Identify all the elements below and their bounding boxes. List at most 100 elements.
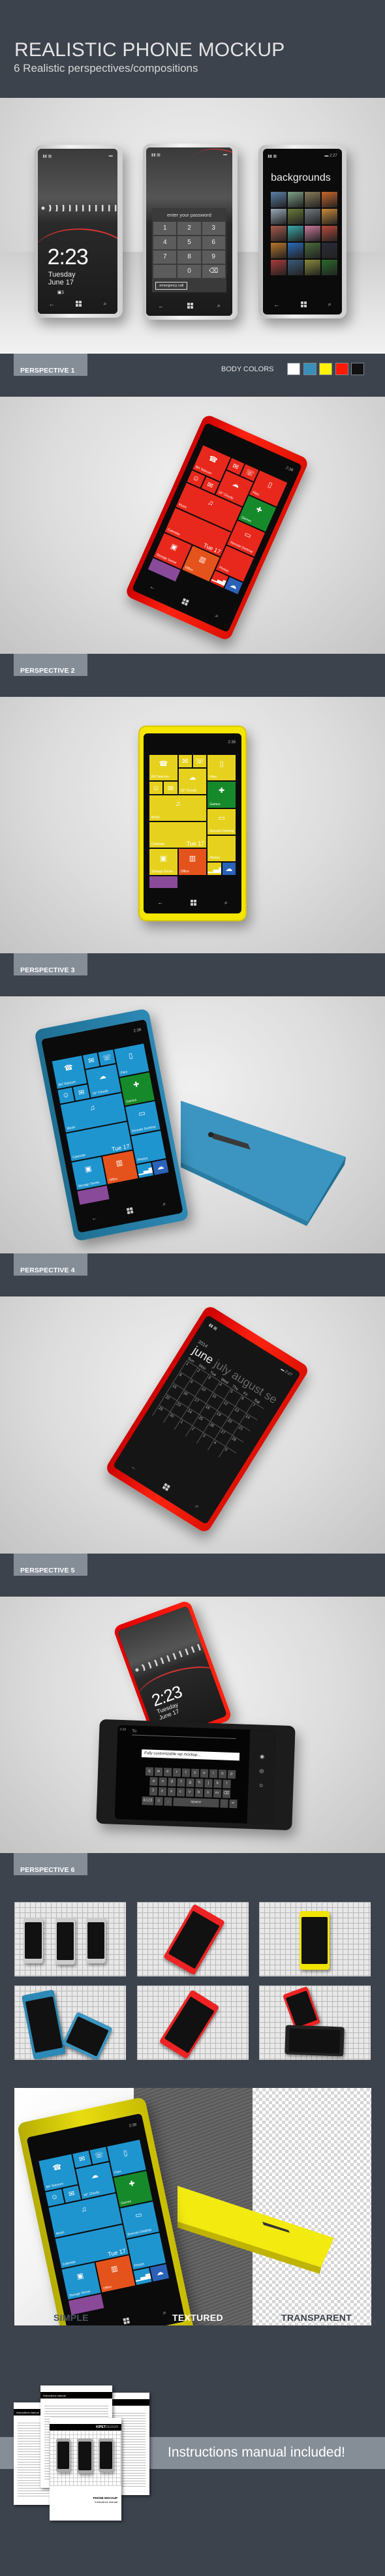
tile-storage[interactable]: ▣ Storage Sense — [149, 849, 177, 875]
background-thumbnail[interactable] — [271, 192, 286, 208]
windows-icon[interactable] — [123, 2317, 131, 2325]
body-color-swatch[interactable] — [351, 363, 364, 375]
back-icon[interactable]: ← — [157, 899, 163, 906]
enter-icon[interactable]: ↵ — [228, 1800, 238, 1809]
perspective-thumbnail[interactable] — [137, 1902, 249, 1976]
tile-people[interactable]: ☺ — [149, 782, 163, 794]
tile-files[interactable]: ▯ Files — [208, 755, 236, 781]
keyboard-key[interactable]: c — [176, 1788, 185, 1797]
tile-weather[interactable]: ☁ 16° Cloudy — [76, 2162, 116, 2200]
background-thumbnail[interactable] — [288, 260, 303, 276]
windows-icon[interactable] — [126, 1207, 134, 1215]
keyboard-key[interactable]: v — [185, 1788, 194, 1798]
tile-files[interactable]: ▯ Files — [106, 2139, 146, 2177]
tile-call[interactable]: ☏ — [89, 2147, 109, 2165]
perspective-thumbnail[interactable] — [14, 1986, 126, 2060]
keypad-key[interactable]: 0 — [177, 264, 201, 278]
tile-photos[interactable]: Photos — [127, 2233, 166, 2270]
tile-calendar[interactable]: Calendar Tue 17 — [149, 822, 207, 848]
tile-files[interactable]: ▯ Files — [114, 1043, 149, 1077]
keyboard-key[interactable]: n — [204, 1788, 212, 1798]
windows-icon[interactable] — [181, 598, 189, 606]
keyboard-key[interactable]: u — [200, 1769, 209, 1779]
tile-msg[interactable]: ✉ — [178, 755, 192, 767]
tile-remote[interactable]: ▭ Remote Desktop — [208, 808, 236, 835]
period-key[interactable]: . — [220, 1799, 228, 1809]
background-thumbnail[interactable] — [288, 192, 303, 208]
keyboard-key[interactable]: z — [158, 1787, 166, 1796]
to-field[interactable]: To: — [132, 1729, 237, 1740]
search-icon[interactable]: ⌕ — [224, 899, 228, 906]
background-thumbnail[interactable] — [321, 260, 337, 276]
tile-office[interactable]: ▥ Office — [95, 2255, 135, 2293]
tile-signal[interactable]: ▁▃▅ — [133, 2267, 153, 2286]
background-thumbnail[interactable] — [304, 209, 320, 225]
keypad-key[interactable]: 3 — [202, 221, 225, 235]
tile-people[interactable]: ☺ — [45, 2188, 65, 2207]
background-thumbnail[interactable] — [304, 192, 320, 208]
tile-games[interactable]: ✚ Games — [208, 782, 236, 808]
keyboard-key[interactable]: a — [149, 1777, 158, 1786]
tile-photos[interactable]: Photos — [131, 1130, 166, 1164]
keyboard-key[interactable]: f — [177, 1778, 185, 1787]
windows-icon[interactable] — [300, 301, 307, 308]
background-thumbnail[interactable] — [321, 192, 337, 208]
tile-mail[interactable]: ✉ — [62, 2185, 82, 2203]
tile-games[interactable]: ✚ Games — [113, 2170, 153, 2208]
keyboard-key[interactable]: d — [168, 1777, 176, 1787]
keyboard-key[interactable]: l — [223, 1779, 231, 1789]
tile-photos[interactable]: Photos — [208, 835, 236, 862]
search-icon[interactable]: ⌕ — [217, 302, 221, 309]
background-thumbnail[interactable] — [321, 243, 337, 259]
backspace-icon[interactable]: ⌫ — [222, 1789, 231, 1799]
keyboard-key[interactable]: o — [218, 1770, 227, 1779]
tile-purple[interactable] — [149, 876, 177, 889]
keyboard-key[interactable]: p — [227, 1770, 236, 1779]
keypad-key[interactable]: 9 — [202, 250, 225, 264]
background-thumbnail[interactable] — [288, 243, 303, 259]
tile-msg[interactable]: ✉ — [83, 1052, 100, 1069]
background-thumbnail[interactable] — [304, 226, 320, 242]
background-thumbnail[interactable] — [288, 226, 303, 242]
body-color-swatch[interactable] — [319, 363, 332, 375]
body-color-swatch[interactable] — [303, 363, 316, 375]
keyboard-key[interactable]: b — [194, 1788, 203, 1798]
space-key[interactable]: space — [173, 1798, 219, 1808]
tile-games[interactable]: ✚ Games — [119, 1072, 155, 1106]
back-icon[interactable]: ← — [149, 583, 157, 591]
keypad-key[interactable]: 1 — [153, 221, 177, 235]
tile-msg[interactable]: ✉ — [72, 2150, 92, 2168]
keypad-key[interactable]: 2 — [177, 221, 201, 235]
keypad-key[interactable]: 5 — [177, 236, 201, 249]
comma-key[interactable]: , — [164, 1797, 172, 1807]
keypad-key[interactable]: 8 — [177, 250, 201, 264]
keypad-key[interactable]: 4 — [153, 236, 177, 249]
perspective-thumbnail[interactable] — [14, 1902, 126, 1976]
keyboard-key[interactable]: e — [163, 1768, 172, 1777]
windows-icon[interactable] — [191, 899, 197, 906]
background-thumbnail[interactable] — [288, 209, 303, 225]
keyboard-key[interactable]: x — [167, 1787, 176, 1797]
tile-music[interactable]: ♫ Music — [149, 795, 207, 821]
back-icon[interactable]: ← — [48, 301, 54, 307]
background-thumbnail[interactable] — [304, 260, 320, 276]
background-thumbnail[interactable] — [271, 243, 286, 259]
background-thumbnail[interactable] — [304, 243, 320, 259]
search-icon[interactable]: ⌕ — [214, 612, 220, 620]
tile-mail[interactable]: ✉ — [164, 782, 177, 794]
windows-icon[interactable] — [76, 301, 82, 307]
windows-icon[interactable] — [187, 303, 194, 309]
keyboard-key[interactable]: i — [209, 1770, 218, 1779]
back-icon[interactable]: ← — [130, 1463, 138, 1471]
tile-telecom[interactable]: ☎ BH Telecom — [38, 2154, 78, 2191]
search-icon[interactable]: ⌕ — [328, 301, 331, 308]
keyboard-key[interactable]: q — [145, 1767, 154, 1777]
shift-icon[interactable]: ⇧ — [149, 1786, 157, 1796]
background-thumbnail[interactable] — [271, 209, 286, 225]
perspective-thumbnail[interactable] — [259, 1902, 371, 1976]
keyboard-key[interactable]: m — [213, 1789, 221, 1798]
tile-onedrive[interactable]: ☁ — [151, 1159, 169, 1176]
tile-office[interactable]: ▥ Office — [102, 1150, 138, 1184]
keyboard-key[interactable]: g — [186, 1778, 194, 1788]
tile-weather[interactable]: ☁ 16° Cloudy — [178, 768, 207, 794]
